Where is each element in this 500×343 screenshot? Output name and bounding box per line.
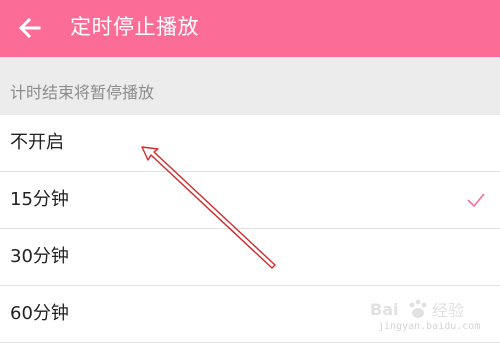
section-header-label: 计时结束将暂停播放 xyxy=(10,83,155,102)
checkmark-icon xyxy=(467,193,485,208)
option-30-minutes[interactable]: 30分钟 xyxy=(0,229,500,286)
option-label: 60分钟 xyxy=(10,303,69,324)
option-label: 不开启 xyxy=(10,132,64,153)
option-label: 15分钟 xyxy=(10,189,69,210)
option-label: 30分钟 xyxy=(10,246,69,267)
timer-options-list: 不开启 15分钟 30分钟 60分钟 xyxy=(0,115,500,343)
section-header: 计时结束将暂停播放 xyxy=(0,57,500,115)
screen: 定时停止播放 计时结束将暂停播放 不开启 15分钟 30分钟 60分钟 Bai xyxy=(0,0,500,343)
option-15-minutes[interactable]: 15分钟 xyxy=(0,172,500,229)
option-60-minutes[interactable]: 60分钟 xyxy=(0,286,500,343)
back-button[interactable] xyxy=(12,10,48,46)
option-off[interactable]: 不开启 xyxy=(0,115,500,172)
page-title: 定时停止播放 xyxy=(70,15,199,39)
arrow-left-icon xyxy=(18,17,41,39)
app-bar: 定时停止播放 xyxy=(0,0,500,57)
